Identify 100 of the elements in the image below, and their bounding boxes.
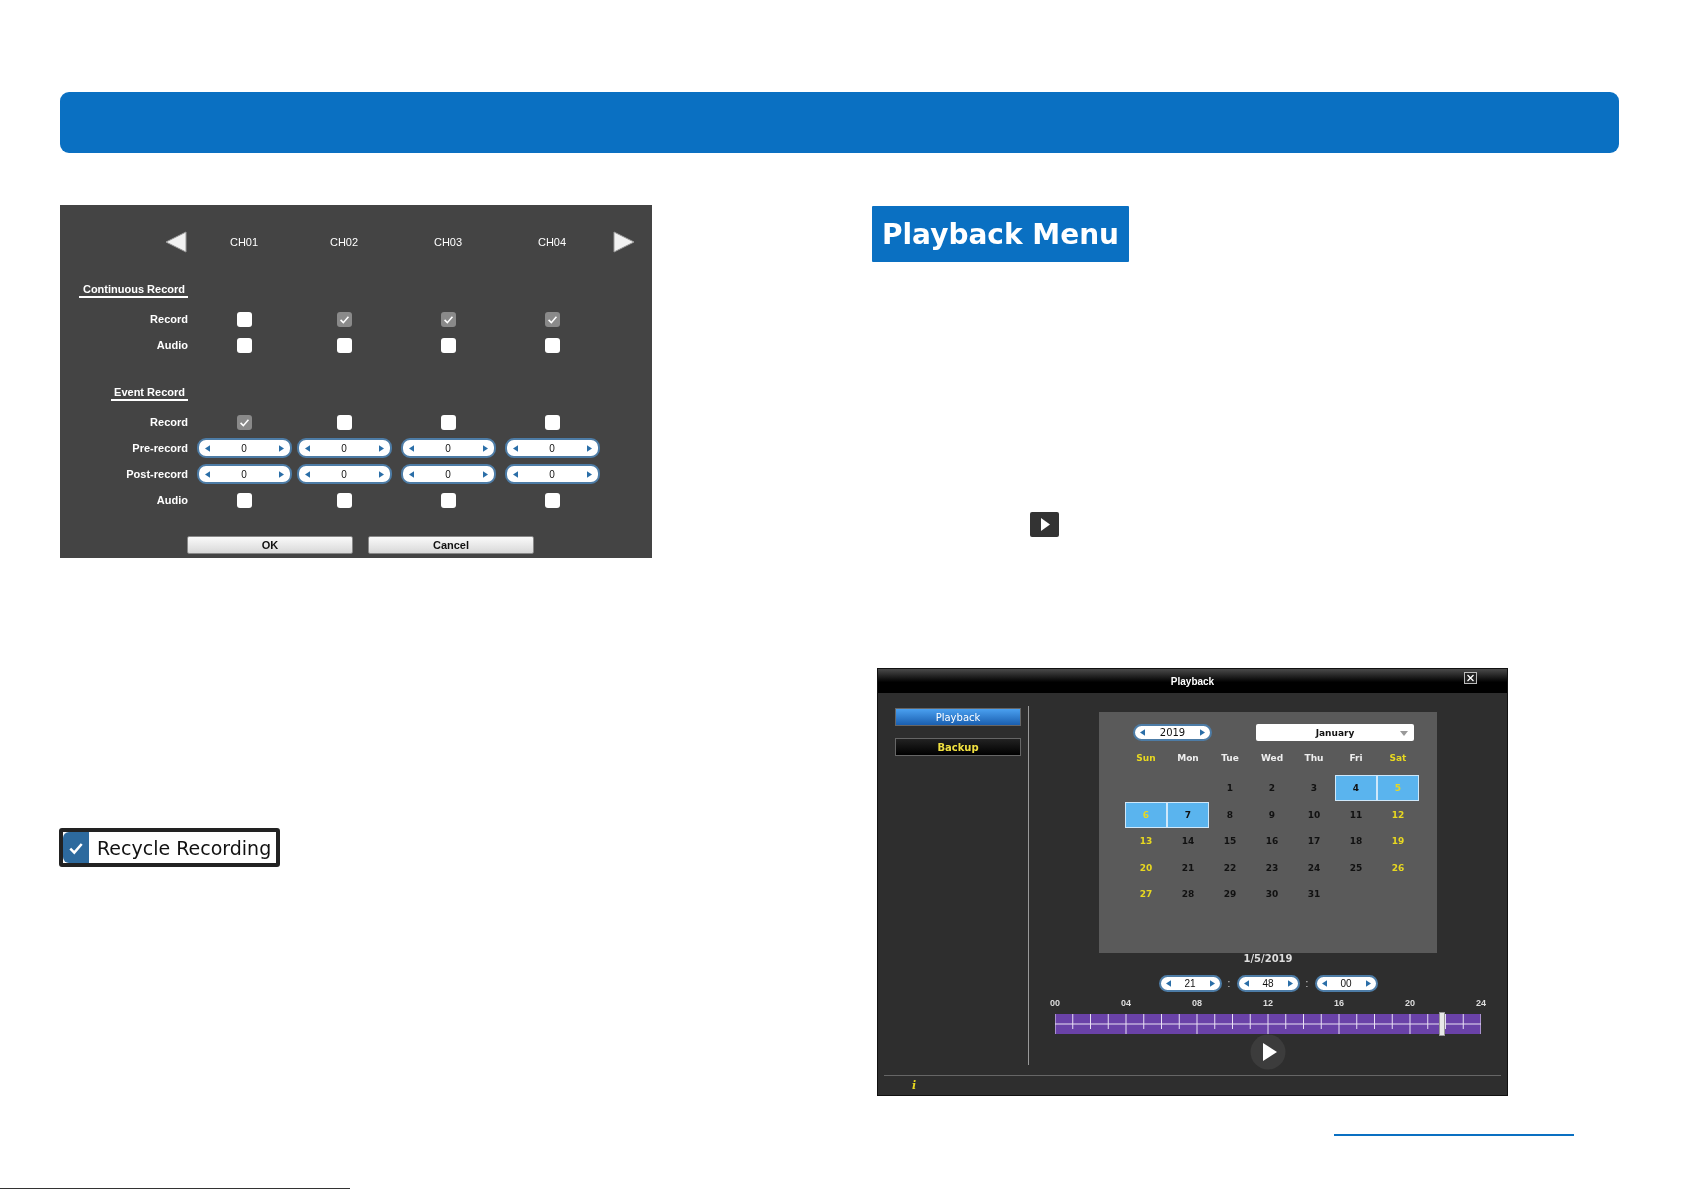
calendar-day[interactable]: 8 — [1209, 801, 1251, 828]
dialog-button[interactable]: Cancel — [368, 536, 534, 554]
axis-label: 20 — [1404, 997, 1416, 1009]
checkbox[interactable] — [63, 832, 89, 863]
calendar-day[interactable]: 30 — [1251, 881, 1293, 907]
left-arrow-icon[interactable] — [164, 231, 188, 253]
time-spinner[interactable]: 00 — [1314, 975, 1378, 992]
calendar-day[interactable]: 3 — [1293, 775, 1335, 801]
weekday-header: Mon — [1176, 753, 1200, 763]
weekday-header: Thu — [1303, 753, 1325, 763]
calendar-day[interactable]: 7 — [1167, 801, 1209, 828]
calendar-day[interactable]: 26 — [1377, 854, 1419, 881]
axis-label: 24 — [1475, 997, 1487, 1009]
checkbox[interactable] — [544, 337, 560, 353]
channel-header: CH02 — [329, 236, 359, 248]
row-label: Record — [150, 416, 188, 428]
axis-label: 16 — [1333, 997, 1345, 1009]
calendar-day[interactable]: 27 — [1125, 881, 1167, 907]
checkbox[interactable] — [440, 492, 456, 508]
checkbox[interactable] — [336, 337, 352, 353]
caret-icon — [1400, 731, 1408, 736]
axis-label: 12 — [1262, 997, 1274, 1009]
row-label: Post-record — [126, 468, 188, 480]
row-label: Pre-record — [132, 442, 188, 454]
weekday-header: Tue — [1220, 753, 1240, 763]
time-spinner[interactable]: 21 — [1158, 975, 1222, 992]
time-separator: : — [1226, 978, 1232, 989]
calendar-day[interactable]: 28 — [1167, 881, 1209, 907]
window-title: Playback — [1170, 675, 1215, 687]
axis-label: 08 — [1191, 997, 1203, 1009]
number-spinner[interactable]: 0 — [196, 438, 292, 458]
number-spinner[interactable]: 0 — [196, 464, 292, 484]
number-spinner[interactable]: 0 — [504, 464, 600, 484]
weekday-header: Sat — [1388, 753, 1408, 763]
calendar-day[interactable]: 9 — [1251, 801, 1293, 828]
checkbox[interactable] — [236, 337, 252, 353]
recycle-recording-checkbox[interactable]: Recycle Recording — [59, 828, 280, 867]
calendar-day[interactable]: 29 — [1209, 881, 1251, 907]
time-separator: : — [1304, 978, 1310, 989]
year-spinner[interactable]: 2019 — [1133, 724, 1212, 741]
number-spinner[interactable]: 0 — [296, 464, 392, 484]
checkbox[interactable] — [336, 492, 352, 508]
right-arrow-icon[interactable] — [612, 231, 636, 253]
info-icon: i — [912, 1079, 917, 1092]
channel-header: CH01 — [229, 236, 259, 248]
close-icon[interactable] — [1464, 672, 1477, 684]
calendar-day[interactable]: 21 — [1167, 854, 1209, 881]
weekday-header: Fri — [1348, 753, 1364, 763]
checkbox[interactable] — [544, 414, 560, 430]
calendar-day[interactable]: 16 — [1251, 828, 1293, 854]
calendar-day[interactable]: 2 — [1251, 775, 1293, 801]
calendar-day[interactable]: 22 — [1209, 854, 1251, 881]
dialog-button[interactable]: OK — [187, 536, 353, 554]
calendar-day[interactable]: 12 — [1377, 801, 1419, 828]
calendar-day[interactable]: 24 — [1293, 854, 1335, 881]
row-label: Audio — [156, 494, 188, 506]
calendar-day[interactable]: 23 — [1251, 854, 1293, 881]
checkbox[interactable] — [544, 311, 560, 327]
calendar-day[interactable]: 25 — [1335, 854, 1377, 881]
number-spinner[interactable]: 0 — [296, 438, 392, 458]
row-label: Record — [150, 313, 188, 325]
number-spinner[interactable]: 0 — [400, 464, 496, 484]
calendar-day[interactable]: 19 — [1377, 828, 1419, 854]
calendar-day[interactable]: 4 — [1335, 775, 1377, 801]
number-spinner[interactable]: 0 — [504, 438, 600, 458]
checkbox[interactable] — [236, 311, 252, 327]
calendar-day[interactable]: 11 — [1335, 801, 1377, 828]
sidebar-tab[interactable]: Backup — [895, 738, 1021, 756]
sidebar-tab[interactable]: Playback — [895, 708, 1021, 726]
checkbox[interactable] — [236, 492, 252, 508]
timeline-handle[interactable] — [1438, 1012, 1445, 1036]
number-spinner[interactable]: 0 — [400, 438, 496, 458]
time-spinner[interactable]: 48 — [1236, 975, 1300, 992]
channel-header: CH04 — [537, 236, 567, 248]
checkbox[interactable] — [336, 414, 352, 430]
calendar-day[interactable]: 20 — [1125, 854, 1167, 881]
timeline-track[interactable] — [1055, 1014, 1481, 1034]
play-button[interactable] — [1250, 1034, 1286, 1070]
checkbox[interactable] — [440, 311, 456, 327]
checkbox[interactable] — [440, 337, 456, 353]
calendar-day[interactable]: 31 — [1293, 881, 1335, 907]
checkbox[interactable] — [236, 414, 252, 430]
selected-date: 1/5/2019 — [1243, 953, 1293, 965]
calendar-day[interactable]: 13 — [1125, 828, 1167, 854]
section-heading: Playback Menu — [872, 206, 1129, 262]
channel-header: CH03 — [433, 236, 463, 248]
axis-label: 04 — [1120, 997, 1132, 1009]
calendar-day[interactable]: 14 — [1167, 828, 1209, 854]
month-dropdown[interactable]: January — [1256, 724, 1414, 741]
checkbox[interactable] — [544, 492, 560, 508]
section-title: Continuous Record — [78, 282, 188, 298]
checkbox[interactable] — [440, 414, 456, 430]
calendar-day[interactable]: 10 — [1293, 801, 1335, 828]
calendar-day[interactable]: 18 — [1335, 828, 1377, 854]
calendar-day[interactable]: 17 — [1293, 828, 1335, 854]
calendar-day[interactable]: 15 — [1209, 828, 1251, 854]
weekday-header: Sun — [1135, 753, 1157, 763]
checkbox[interactable] — [336, 311, 352, 327]
calendar-day[interactable]: 1 — [1209, 775, 1251, 801]
weekday-header: Wed — [1259, 753, 1285, 763]
